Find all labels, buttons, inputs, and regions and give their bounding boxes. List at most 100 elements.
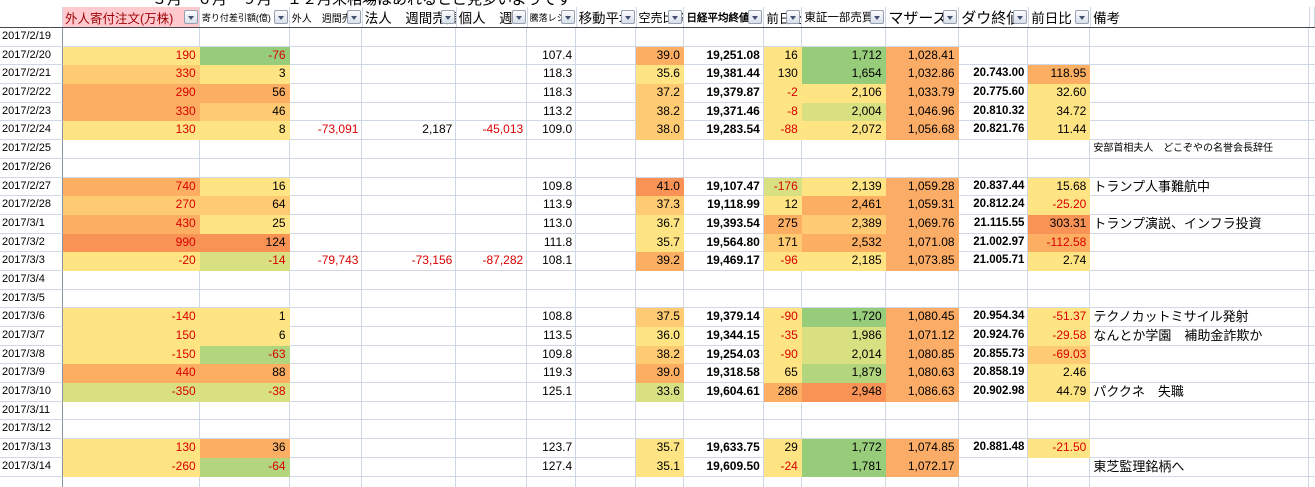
cell-n: 20.858.19	[959, 364, 1029, 383]
cell-e	[362, 308, 456, 327]
filter-dropdown-icon[interactable]	[621, 10, 635, 24]
filter-dropdown-icon[interactable]	[274, 10, 288, 24]
table-row: 2017/2/2333046113.238.219,371.46-82,0041…	[0, 103, 1315, 122]
cell-a: 2017/3/4	[0, 271, 63, 290]
filter-dropdown-icon[interactable]	[441, 10, 455, 24]
cell-b	[63, 140, 200, 159]
cell-c: -76	[200, 47, 290, 66]
cell-o	[1028, 402, 1090, 421]
cell-o: 118.95	[1028, 65, 1090, 84]
cell-a	[0, 477, 63, 487]
cell-a: 2017/2/25	[0, 140, 63, 159]
cell-m	[886, 271, 959, 290]
cell-o: -21.50	[1028, 439, 1090, 458]
filter-dropdown-icon[interactable]	[561, 10, 575, 24]
table-row: 2017/3/8-150-63109.838.219,254.03-902,01…	[0, 346, 1315, 365]
filter-dropdown-icon[interactable]	[184, 10, 198, 24]
cell-k	[764, 140, 802, 159]
cell-e	[362, 402, 456, 421]
cell-d	[290, 346, 363, 365]
cell-b: 150	[63, 327, 200, 346]
cell-x	[1309, 65, 1315, 84]
cell-x	[1309, 178, 1315, 197]
cell-x	[1309, 159, 1315, 178]
cell-x	[1309, 121, 1315, 140]
cell-k: 275	[764, 215, 802, 234]
column-header-a	[0, 7, 63, 27]
cell-a: 2017/3/5	[0, 290, 63, 309]
filter-dropdown-icon[interactable]	[512, 10, 526, 24]
cell-l: 2,004	[802, 103, 886, 122]
cell-o: 15.68	[1028, 178, 1090, 197]
cell-a: 2017/3/14	[0, 458, 63, 477]
filter-dropdown-icon[interactable]	[786, 10, 800, 24]
cell-n: 20.902.98	[959, 383, 1029, 402]
cell-l: 1,772	[802, 439, 886, 458]
filter-dropdown-icon[interactable]	[668, 10, 682, 24]
column-header-label: マザーズ	[888, 7, 947, 27]
cell-l	[802, 271, 886, 290]
cell-p	[1090, 439, 1309, 458]
cell-g	[527, 420, 576, 439]
cell-o	[1028, 290, 1090, 309]
filter-dropdown-icon[interactable]	[870, 10, 884, 24]
column-header-label: 備考	[1093, 7, 1120, 27]
cell-j: 19,379.14	[684, 308, 764, 327]
cell-d	[290, 28, 363, 47]
cell-g: 118.3	[527, 65, 576, 84]
column-header-l: 東証一部売買	[802, 7, 886, 27]
cell-h	[576, 290, 636, 309]
cell-k: 130	[764, 65, 802, 84]
cell-j: 19,609.50	[684, 458, 764, 477]
cell-d	[290, 402, 363, 421]
table-body: 2017/2/192017/2/20190-76107.439.019,251.…	[0, 28, 1315, 487]
column-header-h: 移動平均	[577, 7, 637, 27]
cell-m	[886, 290, 959, 309]
cell-b: 130	[63, 439, 200, 458]
filter-dropdown-icon[interactable]	[347, 10, 361, 24]
cell-p	[1090, 271, 1309, 290]
cell-a: 2017/3/6	[0, 308, 63, 327]
cell-k: 12	[764, 196, 802, 215]
filter-dropdown-icon[interactable]	[748, 10, 762, 24]
cell-l	[802, 420, 886, 439]
column-header-c: 寄り付差引額(億)	[200, 7, 290, 27]
cell-m: 1,046.96	[886, 103, 959, 122]
table-row: 2017/2/241308-73,0912,187-45,013109.038.…	[0, 121, 1315, 140]
cell-d	[290, 271, 363, 290]
cell-a: 2017/2/19	[0, 28, 63, 47]
filter-dropdown-icon[interactable]	[943, 10, 957, 24]
table-row: 2017/2/213303118.335.619,381.441301,6541…	[0, 65, 1315, 84]
cell-a: 2017/2/28	[0, 196, 63, 215]
cell-j: 19,251.08	[684, 47, 764, 66]
cell-e	[362, 383, 456, 402]
cell-c: 6	[200, 327, 290, 346]
cell-g: 118.3	[527, 84, 576, 103]
cell-x	[1309, 84, 1315, 103]
cell-m	[886, 420, 959, 439]
cell-a: 2017/2/27	[0, 178, 63, 197]
cell-j	[684, 402, 764, 421]
column-header-label: 前日比	[1031, 7, 1072, 27]
cell-f	[456, 28, 527, 47]
cell-n: 20.855.73	[959, 346, 1029, 365]
cell-n	[959, 477, 1029, 487]
cell-p	[1090, 121, 1309, 140]
filter-dropdown-icon[interactable]	[1075, 10, 1089, 24]
cell-i: 41.0	[636, 178, 684, 197]
cell-h	[576, 103, 636, 122]
cell-h	[576, 84, 636, 103]
cell-m	[886, 140, 959, 159]
cell-i	[636, 140, 684, 159]
cell-b: 440	[63, 364, 200, 383]
cell-o: -25.20	[1028, 196, 1090, 215]
cell-g: 108.8	[527, 308, 576, 327]
cell-j	[684, 140, 764, 159]
table-row: 2017/3/6-1401108.837.519,379.14-901,7201…	[0, 308, 1315, 327]
cell-x	[1309, 215, 1315, 234]
column-header-label: 東証一部売買	[804, 9, 873, 25]
cell-h	[576, 196, 636, 215]
filter-dropdown-icon[interactable]	[1013, 10, 1027, 24]
cell-b: 130	[63, 121, 200, 140]
cell-a: 2017/2/21	[0, 65, 63, 84]
